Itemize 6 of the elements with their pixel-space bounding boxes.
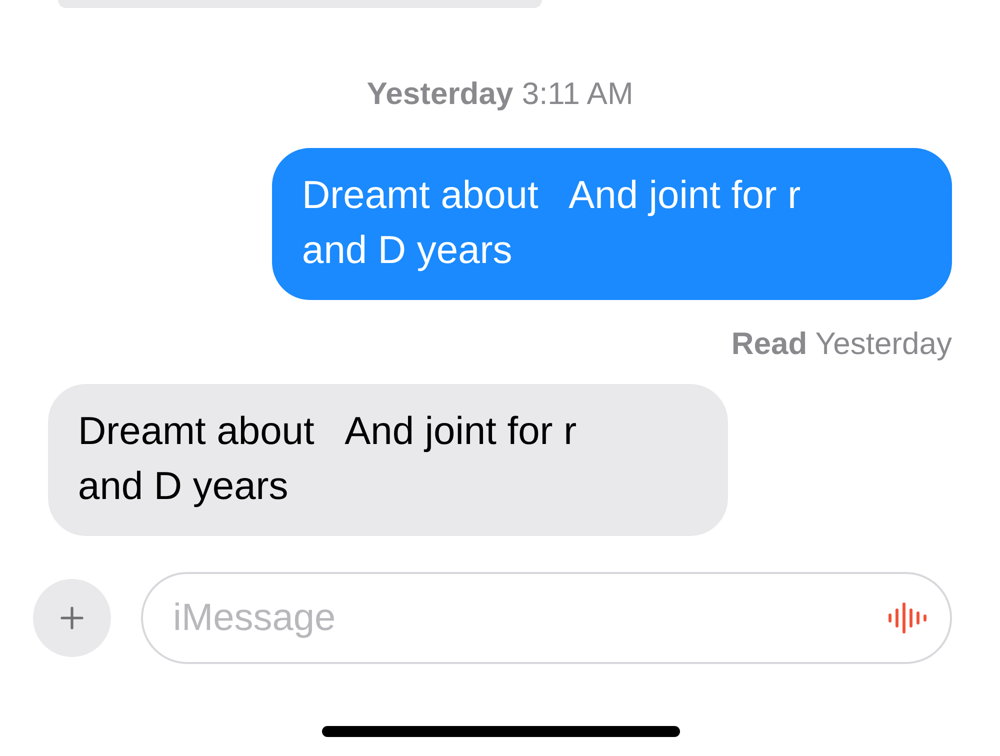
timestamp: Yesterday 3:11 AM [366, 76, 634, 112]
message-bubble: Dreamt about And joint for r and D years [272, 148, 952, 300]
message-field[interactable]: iMessage [141, 572, 952, 664]
read-receipt: Read Yesterday [731, 326, 952, 362]
message-bubble: Dreamt about And joint for r and D years [48, 384, 728, 536]
plus-icon [60, 606, 84, 630]
